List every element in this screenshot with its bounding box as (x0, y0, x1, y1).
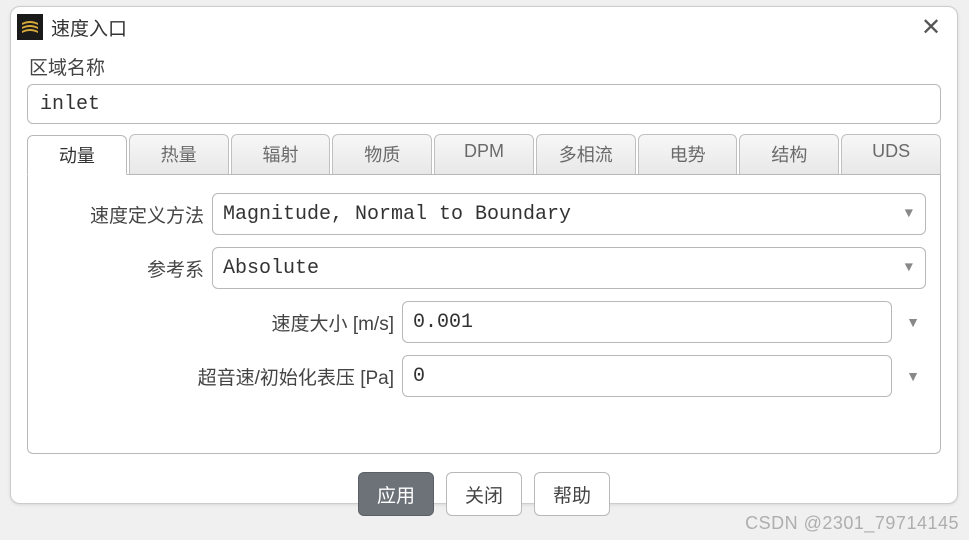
tab-bar: 动量 热量 辐射 物质 DPM 多相流 电势 结构 UDS (27, 134, 941, 175)
tab-radiation[interactable]: 辐射 (231, 134, 331, 174)
apply-button[interactable]: 应用 (358, 472, 434, 516)
reference-frame-select[interactable]: Absolute ▼ (212, 247, 926, 289)
reference-frame-label: 参考系 (42, 255, 212, 282)
dialog-title: 速度入口 (51, 14, 919, 41)
tab-uds[interactable]: UDS (841, 134, 941, 174)
velocity-magnitude-label: 速度大小 [m/s] (42, 309, 402, 336)
tab-species[interactable]: 物质 (332, 134, 432, 174)
zone-name-input[interactable] (27, 84, 941, 124)
zone-name-label: 区域名称 (29, 53, 941, 80)
momentum-panel: 速度定义方法 Magnitude, Normal to Boundary ▼ 参… (27, 175, 941, 454)
close-button[interactable]: 关闭 (446, 472, 522, 516)
velocity-method-select[interactable]: Magnitude, Normal to Boundary ▼ (212, 193, 926, 235)
titlebar: 速度入口 ✕ (11, 7, 957, 47)
supersonic-pressure-input[interactable] (402, 355, 892, 397)
velocity-method-value: Magnitude, Normal to Boundary (223, 203, 571, 226)
tab-momentum[interactable]: 动量 (27, 135, 127, 175)
watermark: CSDN @2301_79714145 (745, 513, 959, 534)
close-icon[interactable]: ✕ (919, 13, 943, 42)
reference-frame-value: Absolute (223, 257, 319, 280)
help-button[interactable]: 帮助 (534, 472, 610, 516)
chevron-down-icon: ▼ (905, 260, 913, 276)
supersonic-pressure-label: 超音速/初始化表压 [Pa] (42, 363, 402, 390)
button-row: 应用 关闭 帮助 (27, 472, 941, 516)
velocity-method-label: 速度定义方法 (42, 201, 212, 228)
dialog-content: 区域名称 动量 热量 辐射 物质 DPM 多相流 电势 结构 UDS 速度定义方… (11, 47, 957, 528)
velocity-inlet-dialog: 速度入口 ✕ 区域名称 动量 热量 辐射 物质 DPM 多相流 电势 结构 UD… (10, 6, 958, 504)
tab-multiphase[interactable]: 多相流 (536, 134, 636, 174)
supersonic-pressure-dropdown[interactable]: ▼ (900, 355, 926, 397)
tab-thermal[interactable]: 热量 (129, 134, 229, 174)
tab-structure[interactable]: 结构 (739, 134, 839, 174)
tab-dpm[interactable]: DPM (434, 134, 534, 174)
app-icon (17, 14, 43, 40)
tab-potential[interactable]: 电势 (638, 134, 738, 174)
chevron-down-icon: ▼ (905, 206, 913, 222)
velocity-magnitude-input[interactable] (402, 301, 892, 343)
velocity-magnitude-dropdown[interactable]: ▼ (900, 301, 926, 343)
